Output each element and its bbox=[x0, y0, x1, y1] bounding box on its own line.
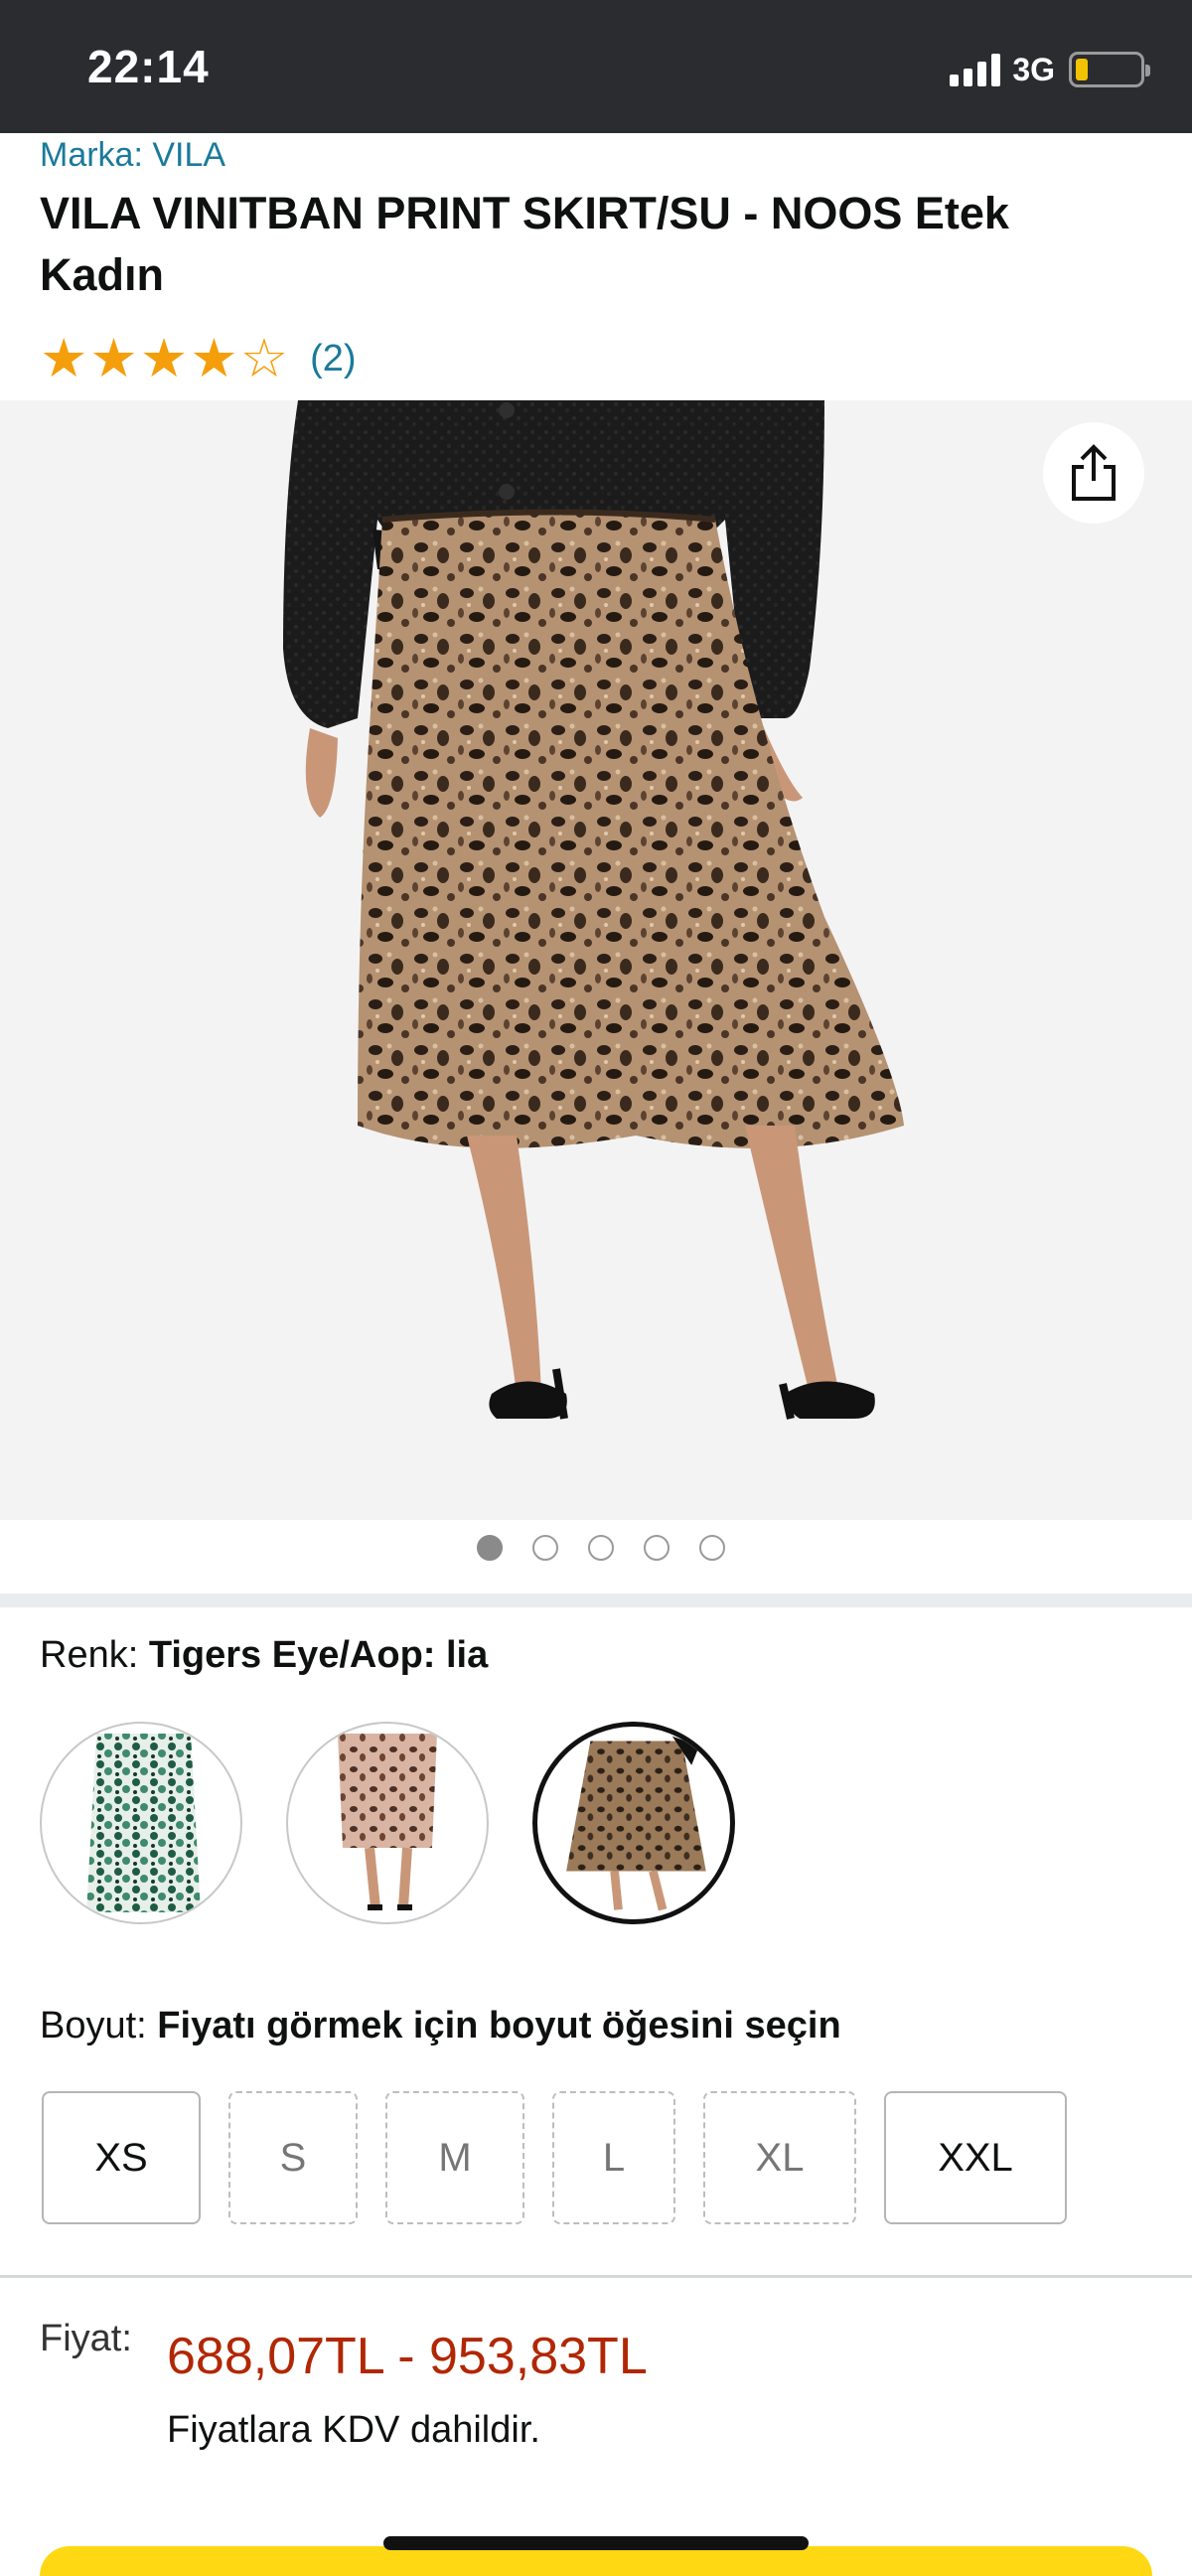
star-filled-icon: ★ bbox=[89, 329, 138, 388]
brand-link[interactable]: Marka: VILA bbox=[40, 136, 225, 175]
size-options: XS S M L XL XXL bbox=[42, 2091, 1067, 2224]
image-carousel-dots bbox=[0, 1535, 1192, 1575]
status-time: 22:14 bbox=[87, 41, 210, 92]
signal-icon bbox=[950, 53, 1001, 86]
product-image[interactable] bbox=[0, 400, 1192, 1520]
star-filled-icon: ★ bbox=[190, 329, 238, 388]
size-option-xs[interactable]: XS bbox=[42, 2091, 201, 2224]
size-option-m[interactable]: M bbox=[385, 2091, 524, 2224]
carousel-dot[interactable] bbox=[699, 1535, 725, 1561]
section-divider bbox=[0, 1593, 1192, 1607]
price-range: 688,07TL - 953,83TL bbox=[167, 2328, 648, 2385]
network-type: 3G bbox=[1012, 51, 1055, 87]
star-empty-icon: ☆ bbox=[239, 329, 289, 388]
carousel-dot[interactable] bbox=[644, 1535, 670, 1561]
status-indicators: 3G bbox=[950, 48, 1150, 91]
color-label: Renk: Tigers Eye/Aop: lia bbox=[40, 1634, 488, 1677]
carousel-dot[interactable] bbox=[477, 1535, 503, 1561]
swatch-image bbox=[338, 1734, 437, 1910]
size-label: Boyut: Fiyatı görmek için boyut öğesini … bbox=[40, 2005, 841, 2047]
selected-color-name: Tigers Eye/Aop: lia bbox=[148, 1634, 489, 1676]
rating-stars: ★ ★ ★ ★ ☆ bbox=[40, 332, 290, 385]
carousel-dot[interactable] bbox=[532, 1535, 558, 1561]
size-label-prefix: Boyut: bbox=[40, 2005, 147, 2046]
swatch-image bbox=[566, 1736, 706, 1911]
share-icon bbox=[1072, 444, 1116, 501]
home-indicator[interactable] bbox=[383, 2536, 809, 2550]
star-filled-icon: ★ bbox=[40, 329, 88, 388]
color-swatches bbox=[40, 1722, 735, 1924]
size-option-xl[interactable]: XL bbox=[703, 2091, 856, 2224]
size-option-s[interactable]: S bbox=[228, 2091, 358, 2224]
color-label-prefix: Renk: bbox=[40, 1634, 139, 1676]
product-photo-skirt bbox=[283, 400, 904, 1420]
star-filled-icon: ★ bbox=[139, 329, 189, 388]
section-divider bbox=[0, 2275, 1192, 2278]
size-option-l[interactable]: L bbox=[552, 2091, 675, 2224]
rating[interactable]: ★ ★ ★ ★ ☆ (2) bbox=[40, 332, 357, 385]
share-button[interactable] bbox=[1043, 422, 1144, 524]
add-to-cart-button[interactable] bbox=[40, 2546, 1152, 2576]
battery-icon bbox=[1069, 52, 1150, 87]
swatch-image bbox=[86, 1734, 201, 1912]
rating-count-link[interactable]: (2) bbox=[310, 338, 356, 380]
color-swatch-pink-leopard[interactable] bbox=[286, 1722, 489, 1924]
price-label: Fiyat: bbox=[40, 2318, 132, 2359]
size-option-xxl[interactable]: XXL bbox=[884, 2091, 1067, 2224]
size-prompt: Fiyatı görmek için boyut öğesini seçin bbox=[157, 2005, 841, 2046]
battery-level bbox=[1076, 59, 1089, 80]
vat-note: Fiyatlara KDV dahildir. bbox=[167, 2409, 540, 2451]
product-title: VILA VINITBAN PRINT SKIRT/SU - NOOS Etek… bbox=[40, 188, 1009, 300]
color-swatch-tigers-eye[interactable] bbox=[532, 1722, 735, 1924]
status-bar: 22:14 3G bbox=[0, 0, 1192, 133]
carousel-dot[interactable] bbox=[588, 1535, 614, 1561]
color-swatch-green-print[interactable] bbox=[40, 1722, 242, 1924]
